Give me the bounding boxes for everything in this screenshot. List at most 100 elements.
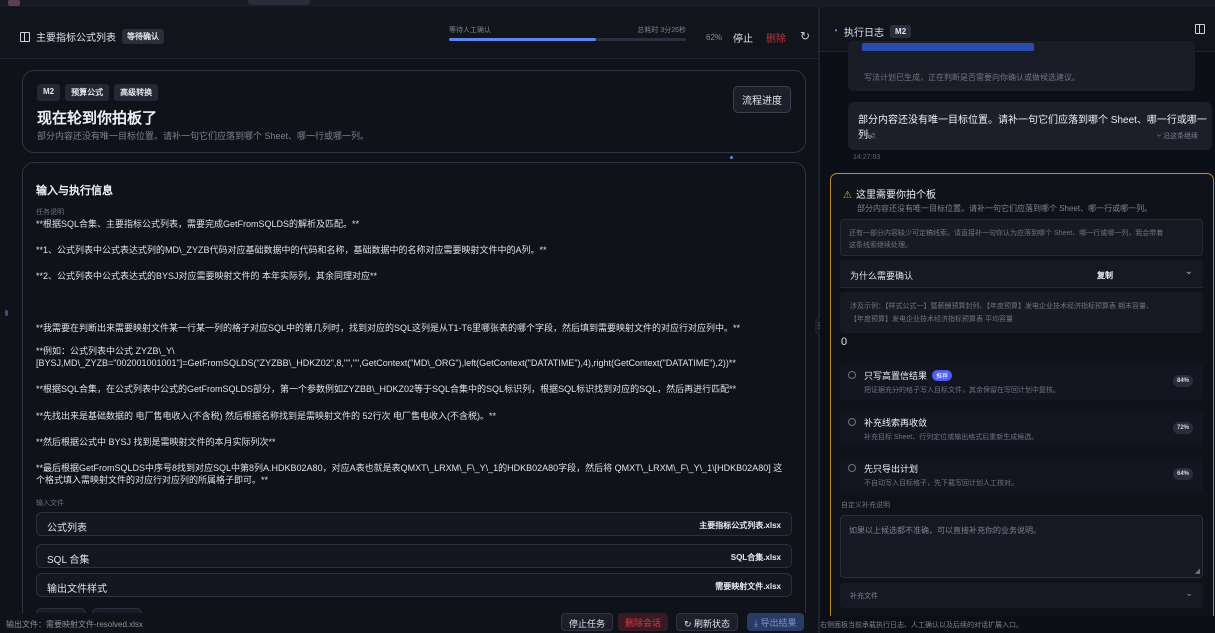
refresh-icon[interactable]: ↻ — [800, 29, 810, 43]
files-caption: 输入文件 — [36, 500, 64, 507]
decision-title: 这里需要你拍个板 — [855, 190, 936, 201]
decision-info-box: 还有一部分内容缺少可定稿线索。请直接补一句你认为应落到哪个 Sheet、哪一行或… — [840, 219, 1203, 256]
output-file-label: 输出文件：需要映射文件-resolved.xlsx — [6, 620, 143, 629]
tag-pill: 高级转换 — [114, 84, 159, 101]
tag-list: M2 预算公式 高级转换 — [37, 84, 159, 101]
log-timestamp: 14:27:03 — [853, 154, 881, 161]
file-name: 主要指标公式列表.xlsx — [699, 521, 781, 530]
elapsed-time: 总耗时 3分26秒 — [637, 27, 686, 34]
refresh-status-label: 刷新状态 — [694, 619, 731, 629]
chevron-down-icon: ⌄ — [1185, 588, 1193, 598]
why-confirm-dropdown[interactable]: 为什么需要确认 复制 ⌄ — [840, 260, 1203, 288]
chevron-down-icon: ⌄ — [1184, 266, 1193, 277]
delete-session-button[interactable]: 删除会话 — [618, 613, 669, 631]
supplement-file-dropdown[interactable]: 补充文件 ⌄ — [840, 583, 1203, 608]
left-header-title-group: 主要指标公式列表 等待确认 — [20, 29, 164, 44]
prompt-title: 现在轮到你拍板了 — [37, 110, 158, 127]
selection-count: 0 — [841, 336, 848, 348]
info-card: 输入与执行信息 任务说明 **根据SQL合集、主要指标公式列表，需要完成GetF… — [22, 162, 806, 627]
right-header-badge: M2 — [890, 25, 912, 38]
option-desc: 把证据充分的格子写入目标文件，其余保留在写回计划中复核。 — [864, 387, 1060, 394]
log-icon: ◔ — [832, 26, 839, 37]
export-label: 导出结果 — [760, 618, 797, 628]
left-workspace: 主要指标公式列表 等待确认 等待人工确认 总耗时 3分26秒 62% 停止 删除… — [0, 7, 818, 633]
option-score: 72% — [1172, 422, 1193, 434]
radio-button[interactable] — [848, 418, 856, 426]
task-paragraph: **最后根据GetFromSQLDS中序号8找到对应SQL中第8列A.HDKB0… — [36, 463, 783, 473]
radio-button[interactable] — [848, 371, 856, 379]
file-label: 公式列表 — [47, 523, 87, 534]
option-title: 补充线索再收敛 — [864, 418, 928, 428]
why-confirm-label: 为什么需要确认 — [850, 271, 914, 281]
copy-tooltip[interactable]: 复制 — [1097, 270, 1113, 281]
continue-thread-button[interactable]: ⑂ 沿这条继续 — [1157, 131, 1198, 141]
tag-pill: 预算公式 — [65, 84, 110, 101]
collapse-panel-icon[interactable] — [1195, 24, 1205, 34]
decision-info-line: 这条线索继续处理。 — [849, 242, 912, 249]
file-row[interactable]: 公式列表 主要指标公式列表.xlsx — [36, 512, 792, 536]
radio-button[interactable] — [848, 464, 856, 472]
task-paragraph: **例如：公式列表中公式 ZYZB\_Y\ — [36, 346, 175, 356]
panel-toggle-icon[interactable] — [20, 31, 30, 42]
task-paragraph: **先找出来是基础数据的 电厂售电收入(不含税) 然后根据名称找到是需映射文件的… — [36, 411, 497, 421]
refresh-status-button[interactable]: ↻ 刷新状态 — [676, 613, 739, 631]
task-paragraph: **2、公式列表中公式表达式的BYSJ对应需要映射文件的 本年实际列，其余同理对… — [36, 271, 378, 281]
progress-track — [449, 38, 686, 41]
option-card[interactable]: 先只导出计划 不自动写入目标格子，先下载写回计划人工核对。 64% — [840, 457, 1203, 493]
top-strip — [0, 0, 1215, 7]
stop-task-button[interactable]: 停止任务 — [561, 613, 614, 631]
export-button[interactable]: ⤓ 导出结果 — [747, 613, 804, 631]
example-box: 涉及示例：【样式公式一】暨薪酬预算封列、【年度预算】发电企业技术经济指标预算表 … — [840, 292, 1203, 333]
decision-title-row: ⚠ 这里需要你拍个板 — [843, 186, 936, 201]
option-score: 64% — [1172, 468, 1193, 480]
recommended-tag: 推荐 — [932, 370, 953, 381]
flow-progress-button[interactable]: 流程进度 — [733, 86, 791, 113]
log-entry-question: 部分内容还没有唯一目标位置。请补一句它们应落到哪个 Sheet、哪一行或哪一列。… — [848, 102, 1212, 150]
right-panel: ◔ 执行日志 M2 写法计划已生成，正在判断是否需要向你确认或做候选建议。 部分… — [820, 7, 1215, 633]
edge-marker — [5, 310, 8, 316]
file-row[interactable]: 输出文件样式 需要映射文件.xlsx — [36, 573, 792, 597]
window-tab[interactable] — [248, 0, 310, 5]
app-logo-icon — [8, 0, 20, 6]
stop-button[interactable]: 停止 — [733, 30, 753, 45]
file-label: 输出文件样式 — [47, 584, 107, 595]
custom-note-placeholder: 如果以上候选都不准确，可以直接补充你的业务说明。 — [849, 526, 1041, 535]
custom-note-label: 自定义补充说明 — [841, 502, 890, 509]
supplement-file-label: 补充文件 — [850, 593, 878, 600]
option-card[interactable]: 只写高置信结果 推荐 把证据充分的格子写入目标文件，其余保留在写回计划中复核。 8… — [840, 364, 1203, 400]
task-paragraph: **1、公式列表中公式表达式列的MD\_ZYZB代码对应基础数据中的代码和名称，… — [36, 245, 547, 255]
info-heading: 输入与执行信息 — [36, 185, 113, 197]
decision-info-line: 还有一部分内容缺少可定稿线索。请直接补一句你认为应落到哪个 Sheet、哪一行或… — [849, 230, 1164, 237]
right-footer: 右侧面板当前承载执行日志、人工确认以及后续的对话扩展入口。 — [820, 616, 1215, 633]
warning-icon: ⚠ — [843, 190, 852, 201]
refresh-icon: ↻ — [684, 619, 695, 629]
file-row[interactable]: SQL 合集 SQL合集.xlsx — [36, 544, 792, 568]
highlighted-text-bar — [862, 43, 1034, 51]
task-paragraph: **然后根据公式中 BYSJ 找到是需映射文件的本月实际列次** — [36, 437, 276, 447]
right-header-title-group: ◔ 执行日志 M2 — [832, 24, 912, 39]
resize-grip-icon[interactable]: ◢ — [1195, 567, 1200, 575]
progress-label: 等待人工确认 — [449, 27, 491, 34]
left-header-title: 主要指标公式列表 — [36, 33, 116, 44]
custom-note-textarea[interactable]: 如果以上候选都不准确，可以直接补充你的业务说明。 ◢ — [840, 515, 1203, 578]
right-header-title: 执行日志 — [844, 28, 885, 39]
left-header: 主要指标公式列表 等待确认 等待人工确认 总耗时 3分26秒 62% 停止 删除… — [0, 7, 818, 59]
prompt-card: M2 预算公式 高级转换 现在轮到你拍板了 部分内容还没有唯一目标位置。请补一句… — [22, 70, 806, 153]
log-entry-text: 写法计划已生成，正在判断是否需要向你确认或做候选建议。 — [864, 73, 1080, 82]
option-title: 只写高置信结果 — [864, 371, 928, 381]
task-paragraph: **根据SQL合集、主要指标公式列表，需要完成GetFromSQLDS的解析及匹… — [36, 219, 360, 229]
option-card[interactable]: 补充线索再收敛 补充目标 Sheet、行列定位或输出格式后重新生成候选。 72% — [840, 411, 1203, 447]
log-entry: 写法计划已生成，正在判断是否需要向你确认或做候选建议。 — [848, 41, 1195, 91]
option-desc: 不自动写入目标格子，先下载写回计划人工核对。 — [864, 480, 1018, 487]
scroll-indicator-dot — [730, 156, 733, 159]
delete-button[interactable]: 删除 — [766, 30, 786, 45]
task-paragraph: 个格式填入需映射文件的对应行对应列的所属格子即可。** — [36, 475, 269, 485]
status-badge: 等待确认 — [122, 29, 164, 44]
option-score: 84% — [1172, 375, 1193, 387]
left-footer: 输出文件：需要映射文件-resolved.xlsx 停止任务 删除会话 ↻ 刷新… — [0, 613, 818, 633]
tag-pill: M2 — [37, 84, 61, 101]
task-caption: 任务说明 — [36, 209, 64, 216]
example-line: 【年度预算】发电企业技术经济指标预算表 平均容量 — [850, 316, 1013, 323]
file-name: 需要映射文件.xlsx — [715, 582, 781, 591]
decision-subtitle: 部分内容还没有唯一目标位置。请补一句它们应落到哪个 Sheet、哪一行或哪一列。 — [857, 204, 1153, 213]
